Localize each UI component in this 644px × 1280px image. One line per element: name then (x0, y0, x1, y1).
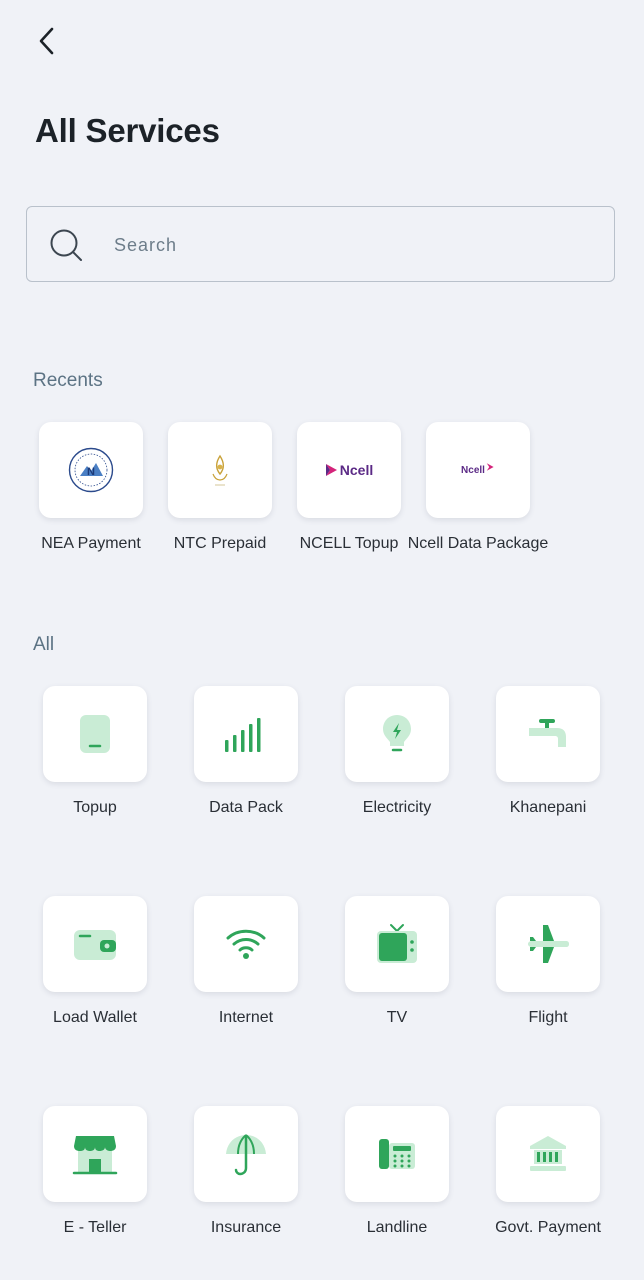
chevron-left-icon (39, 27, 54, 55)
service-label: Data Pack (209, 799, 283, 816)
recent-item-label: NEA Payment (41, 535, 141, 552)
service-flight[interactable] (496, 896, 600, 992)
service-label: Internet (218, 1009, 274, 1026)
mobile-phone-icon (80, 715, 110, 753)
recent-item-ncell-data-package[interactable]: Ncell (426, 422, 530, 518)
tv-icon (377, 924, 417, 963)
service-label: Flight (528, 1009, 568, 1026)
service-label: Landline (366, 1219, 428, 1236)
service-label: Load Wallet (53, 1009, 137, 1026)
service-label: TV (386, 1009, 408, 1026)
recent-item-nea-payment[interactable]: N (39, 422, 143, 518)
service-tv[interactable] (345, 896, 449, 992)
all-heading: All (33, 634, 55, 655)
ncell-logo: Ncell (325, 462, 373, 478)
service-label: E - Teller (63, 1219, 127, 1236)
ncell-logo-icon (486, 463, 494, 471)
umbrella-icon (226, 1134, 266, 1176)
service-label: Khanepani (509, 799, 587, 816)
recent-item-label: NTC Prepaid (173, 535, 267, 552)
back-button[interactable] (30, 24, 64, 58)
service-internet[interactable] (194, 896, 298, 992)
page-title: All Services (35, 112, 220, 149)
government-building-icon (530, 1136, 566, 1171)
service-label: Govt. Payment (495, 1219, 601, 1236)
service-govt-payment[interactable] (496, 1106, 600, 1202)
svg-text:N: N (87, 466, 95, 478)
search-icon (50, 229, 82, 261)
ncell-logo: Ncell (461, 463, 495, 476)
service-electricity[interactable] (345, 686, 449, 782)
recent-item-ntc-prepaid[interactable] (168, 422, 272, 518)
nea-logo-icon: N (68, 447, 114, 493)
wifi-icon (226, 929, 266, 959)
wallet-icon (74, 930, 116, 960)
recent-item-label: NCELL Topup (299, 535, 399, 552)
water-tap-icon (529, 719, 566, 747)
search-input[interactable] (112, 207, 596, 283)
service-data-pack[interactable] (194, 686, 298, 782)
service-topup[interactable] (43, 686, 147, 782)
service-load-wallet[interactable] (43, 896, 147, 992)
store-icon (72, 1136, 118, 1175)
lightbulb-icon (383, 715, 411, 752)
telephone-icon (379, 1139, 415, 1169)
service-insurance[interactable] (194, 1106, 298, 1202)
recents-heading: Recents (33, 370, 103, 391)
ntc-logo-icon (212, 454, 228, 486)
service-label: Insurance (210, 1219, 282, 1236)
ncell-logo-text: Ncell (339, 462, 374, 478)
ncell-logo-icon (325, 464, 337, 476)
recent-item-label: Ncell Data Package (407, 535, 549, 552)
service-e-teller[interactable] (43, 1106, 147, 1202)
signal-bars-icon (225, 718, 261, 752)
recent-item-ncell-topup[interactable]: Ncell (297, 422, 401, 518)
service-label: Topup (73, 799, 117, 816)
ncell-logo-text: Ncell (461, 464, 485, 476)
service-khanepani[interactable] (496, 686, 600, 782)
service-landline[interactable] (345, 1106, 449, 1202)
service-label: Electricity (362, 799, 432, 816)
search-box[interactable] (26, 206, 615, 283)
airplane-icon (528, 925, 569, 963)
